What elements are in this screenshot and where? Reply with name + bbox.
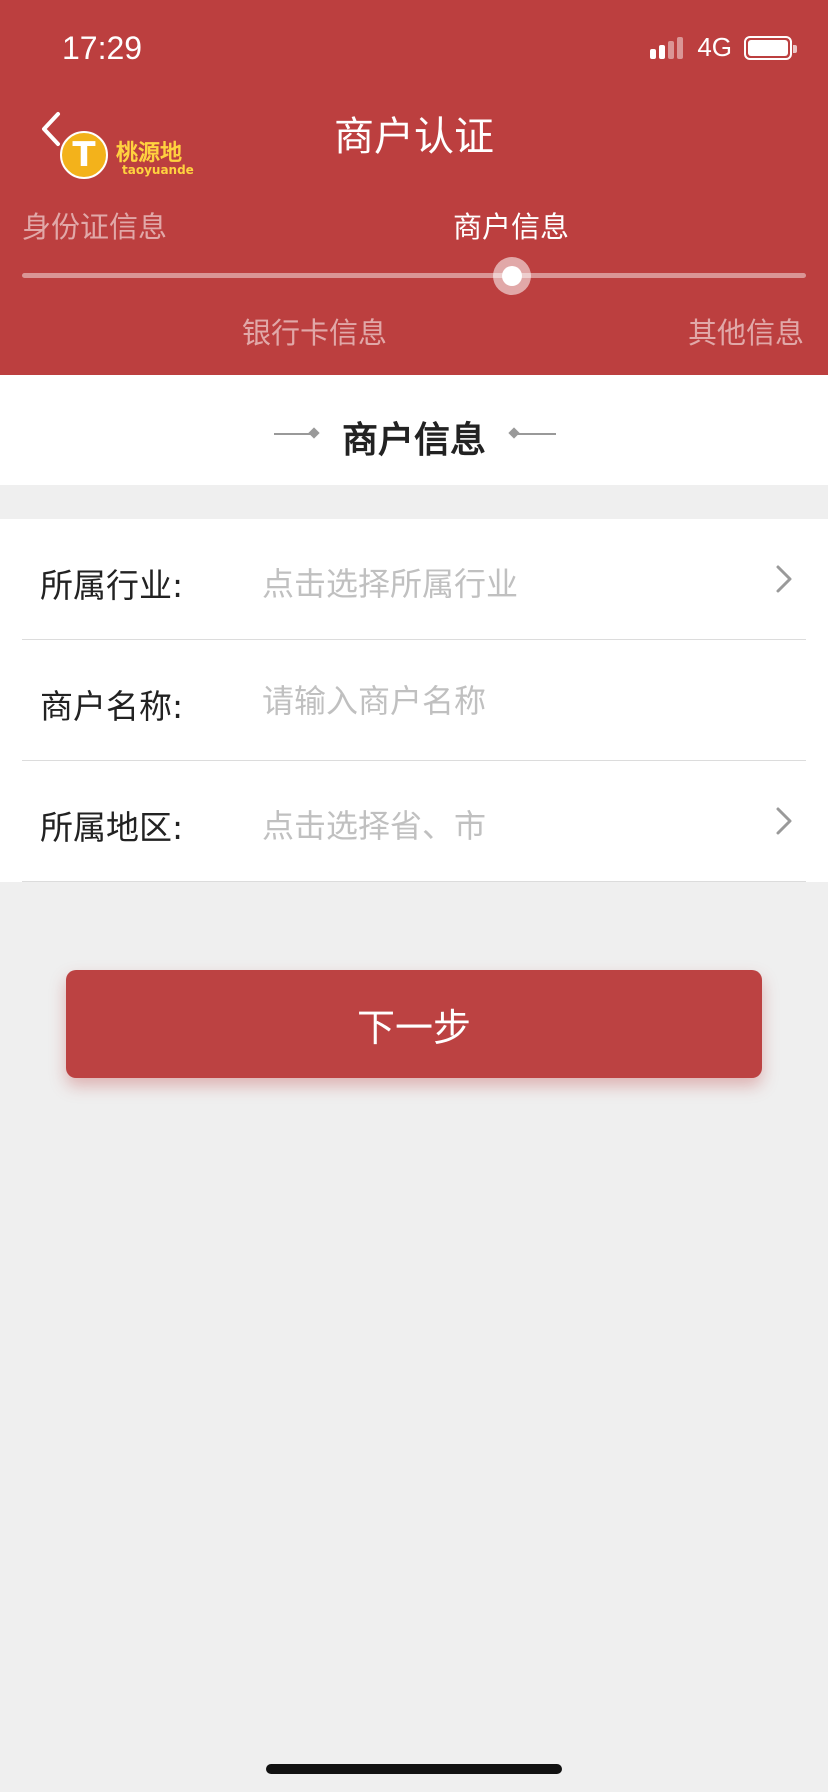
row-divider xyxy=(22,881,806,882)
industry-select[interactable]: 点击选择所属行业 xyxy=(262,559,518,605)
merchant-name-row: 商户名称: xyxy=(0,640,828,761)
chevron-right-icon xyxy=(776,807,792,835)
battery-icon xyxy=(744,35,797,60)
page-title: 商户认证 xyxy=(334,114,494,160)
step-merchant-info[interactable]: 商户信息 xyxy=(453,204,569,246)
section-header: 商户信息 xyxy=(0,375,828,485)
region-select[interactable]: 点击选择省、市 xyxy=(262,801,486,847)
home-indicator[interactable] xyxy=(266,1764,562,1774)
step-id-info[interactable]: 身份证信息 xyxy=(22,204,167,246)
industry-label: 所属行业: xyxy=(40,566,184,605)
step-progress-knob xyxy=(493,257,531,295)
region-row[interactable]: 所属地区: 点击选择省、市 xyxy=(0,761,828,882)
merchant-form: 所属行业: 点击选择所属行业 商户名称: 所属地区: 点击选择省、市 xyxy=(0,519,828,882)
step-progress-track xyxy=(22,273,806,278)
status-indicators: 4G xyxy=(650,32,797,63)
step-other-info[interactable]: 其他信息 xyxy=(688,310,804,352)
step-bank-card-info[interactable]: 银行卡信息 xyxy=(242,310,387,352)
header-bar: 17:29 4G T 桃源地 taoyuande 商户认证 身份证信息 商户信息… xyxy=(0,0,828,375)
region-label: 所属地区: xyxy=(40,808,184,847)
next-step-button[interactable]: 下一步 xyxy=(66,970,762,1078)
section-title: 商户信息 xyxy=(341,420,486,461)
logo-subtext: taoyuande xyxy=(122,163,194,177)
network-type: 4G xyxy=(697,32,732,62)
title-decoration-right xyxy=(514,433,556,435)
chevron-right-icon xyxy=(776,565,792,593)
merchant-name-input[interactable] xyxy=(262,676,742,726)
industry-row[interactable]: 所属行业: 点击选择所属行业 xyxy=(0,519,828,640)
signal-icon xyxy=(650,36,684,59)
status-time: 17:29 xyxy=(62,30,143,66)
merchant-name-label: 商户名称: xyxy=(40,687,184,726)
